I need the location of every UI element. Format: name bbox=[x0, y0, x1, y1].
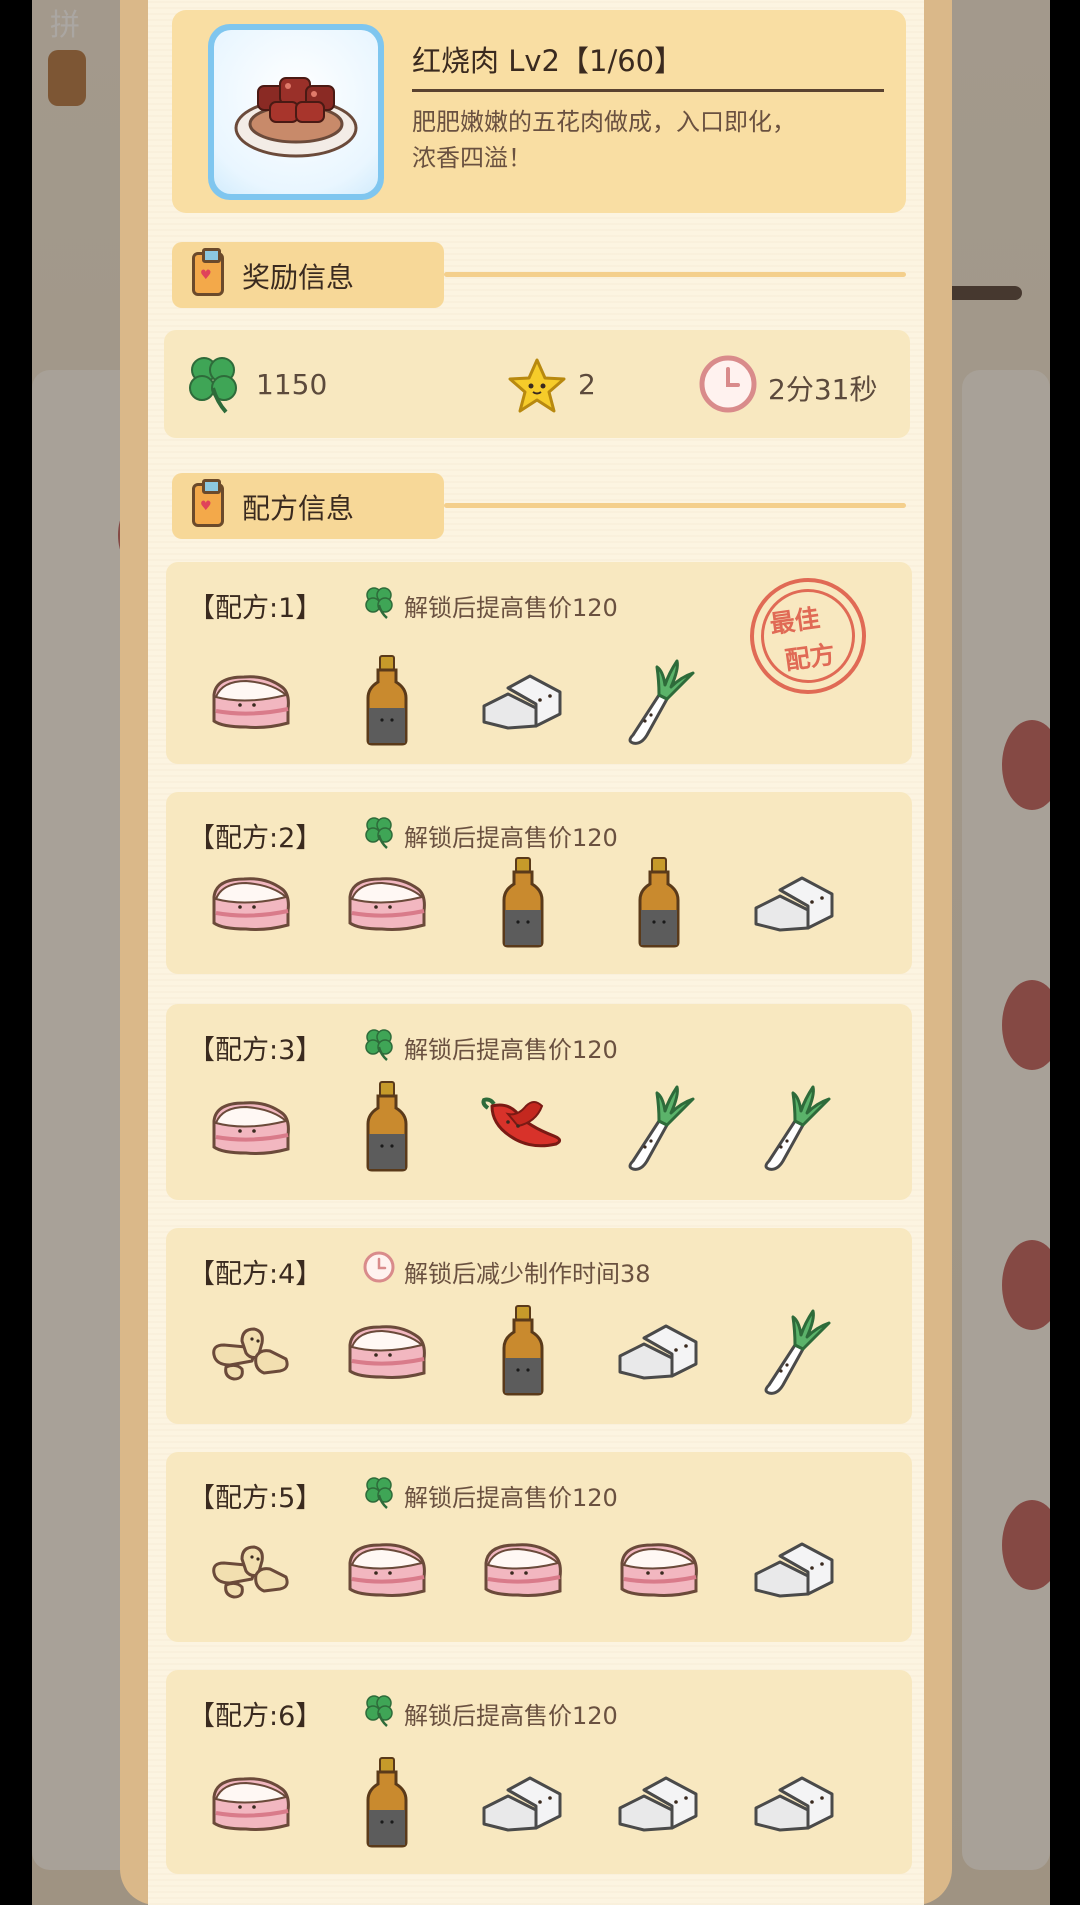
chili-pepper-icon bbox=[478, 1092, 568, 1164]
reward-time-value: 2分31秒 bbox=[768, 373, 878, 406]
tofu-icon bbox=[750, 1768, 840, 1840]
recipe-effect-text: 解锁后提高售价120 bbox=[404, 594, 618, 622]
pork-belly-icon bbox=[206, 1091, 296, 1165]
recipe-title: 【配方:2】 bbox=[188, 823, 323, 854]
recipe-card-4[interactable]: 【配方:4】 解锁后减少制作时间38 bbox=[166, 1228, 912, 1424]
stamp-text-line-1: 最佳 bbox=[768, 603, 822, 640]
scallion-icon bbox=[619, 655, 699, 749]
recipe-card-3[interactable]: 【配方:3】 解锁后提高售价120 bbox=[166, 1004, 912, 1200]
reward-clover-value: 1150 bbox=[256, 368, 328, 401]
recipe-section-title: 配方信息 bbox=[242, 492, 355, 525]
star-icon bbox=[508, 358, 566, 413]
soy-sauce-bottle-icon bbox=[362, 1080, 412, 1176]
pork-belly-icon bbox=[206, 665, 296, 739]
scallion-icon bbox=[755, 1305, 835, 1399]
reward-star-value: 2 bbox=[578, 368, 596, 401]
clover-icon bbox=[362, 1026, 396, 1066]
recipe-title: 【配方:6】 bbox=[188, 1701, 323, 1732]
recipe-card-2[interactable]: 【配方:2】 解锁后提高售价120 bbox=[166, 792, 912, 974]
soy-sauce-bottle-icon bbox=[498, 1304, 548, 1400]
dish-title: 红烧肉 Lv2【1/60】 bbox=[412, 44, 684, 78]
recipe-effect-text: 解锁后提高售价120 bbox=[404, 1702, 618, 1730]
section-divider bbox=[444, 503, 906, 508]
braised-pork-dish-icon bbox=[234, 77, 358, 158]
ginger-icon bbox=[206, 1535, 296, 1605]
pork-belly-icon bbox=[614, 1533, 704, 1607]
clover-icon bbox=[189, 357, 237, 414]
soy-sauce-bottle-icon bbox=[362, 654, 412, 750]
dish-description-line-1: 肥肥嫩嫩的五花肉做成，入口即化， bbox=[412, 108, 796, 136]
clover-icon bbox=[362, 584, 396, 624]
section-divider bbox=[444, 272, 906, 277]
clock-icon bbox=[362, 1250, 396, 1288]
soy-sauce-bottle-icon bbox=[634, 856, 684, 952]
recipe-title: 【配方:4】 bbox=[188, 1259, 323, 1290]
pork-belly-icon bbox=[206, 867, 296, 941]
tofu-icon bbox=[614, 1768, 704, 1840]
clipboard-heart-icon bbox=[192, 248, 224, 296]
recipe-title: 【配方:3】 bbox=[188, 1035, 323, 1066]
tofu-icon bbox=[750, 868, 840, 940]
pork-belly-icon bbox=[342, 1315, 432, 1389]
scallion-icon bbox=[755, 1081, 835, 1175]
clover-icon bbox=[362, 1474, 396, 1514]
reward-section-title: 奖励信息 bbox=[242, 261, 355, 294]
dish-image-frame bbox=[208, 24, 384, 200]
dish-description-line-2: 浓香四溢！ bbox=[412, 144, 532, 172]
soy-sauce-bottle-icon bbox=[362, 1756, 412, 1852]
pork-belly-icon bbox=[342, 1533, 432, 1607]
pork-belly-icon bbox=[478, 1533, 568, 1607]
tofu-icon bbox=[478, 1768, 568, 1840]
recipe-effect-text: 解锁后提高售价120 bbox=[404, 1036, 618, 1064]
clock-icon bbox=[699, 355, 757, 413]
recipe-card-6[interactable]: 【配方:6】 解锁后提高售价120 bbox=[166, 1670, 912, 1874]
clipboard-heart-icon bbox=[192, 479, 224, 527]
dish-title-divider bbox=[412, 89, 884, 92]
tofu-icon bbox=[614, 1316, 704, 1388]
recipe-effect-text: 解锁后提高售价120 bbox=[404, 1484, 618, 1512]
pork-belly-icon bbox=[342, 867, 432, 941]
soy-sauce-bottle-icon bbox=[498, 856, 548, 952]
clover-icon bbox=[362, 814, 396, 854]
recipe-card-5[interactable]: 【配方:5】 解锁后提高售价120 bbox=[166, 1452, 912, 1642]
recipe-title: 【配方:5】 bbox=[188, 1483, 323, 1514]
recipe-section-header: 配方信息 bbox=[172, 473, 444, 539]
tofu-icon bbox=[750, 1534, 840, 1606]
recipe-title: 【配方:1】 bbox=[188, 593, 323, 624]
scallion-icon bbox=[619, 1081, 699, 1175]
stamp-text-line-2: 配方 bbox=[783, 639, 837, 676]
tofu-icon bbox=[478, 666, 568, 738]
clover-icon bbox=[362, 1692, 396, 1732]
pork-belly-icon bbox=[206, 1767, 296, 1841]
reward-section-header: 奖励信息 bbox=[172, 242, 444, 308]
recipe-effect-text: 解锁后提高售价120 bbox=[404, 824, 618, 852]
ginger-icon bbox=[206, 1317, 296, 1387]
recipe-effect-text: 解锁后减少制作时间38 bbox=[404, 1260, 651, 1288]
